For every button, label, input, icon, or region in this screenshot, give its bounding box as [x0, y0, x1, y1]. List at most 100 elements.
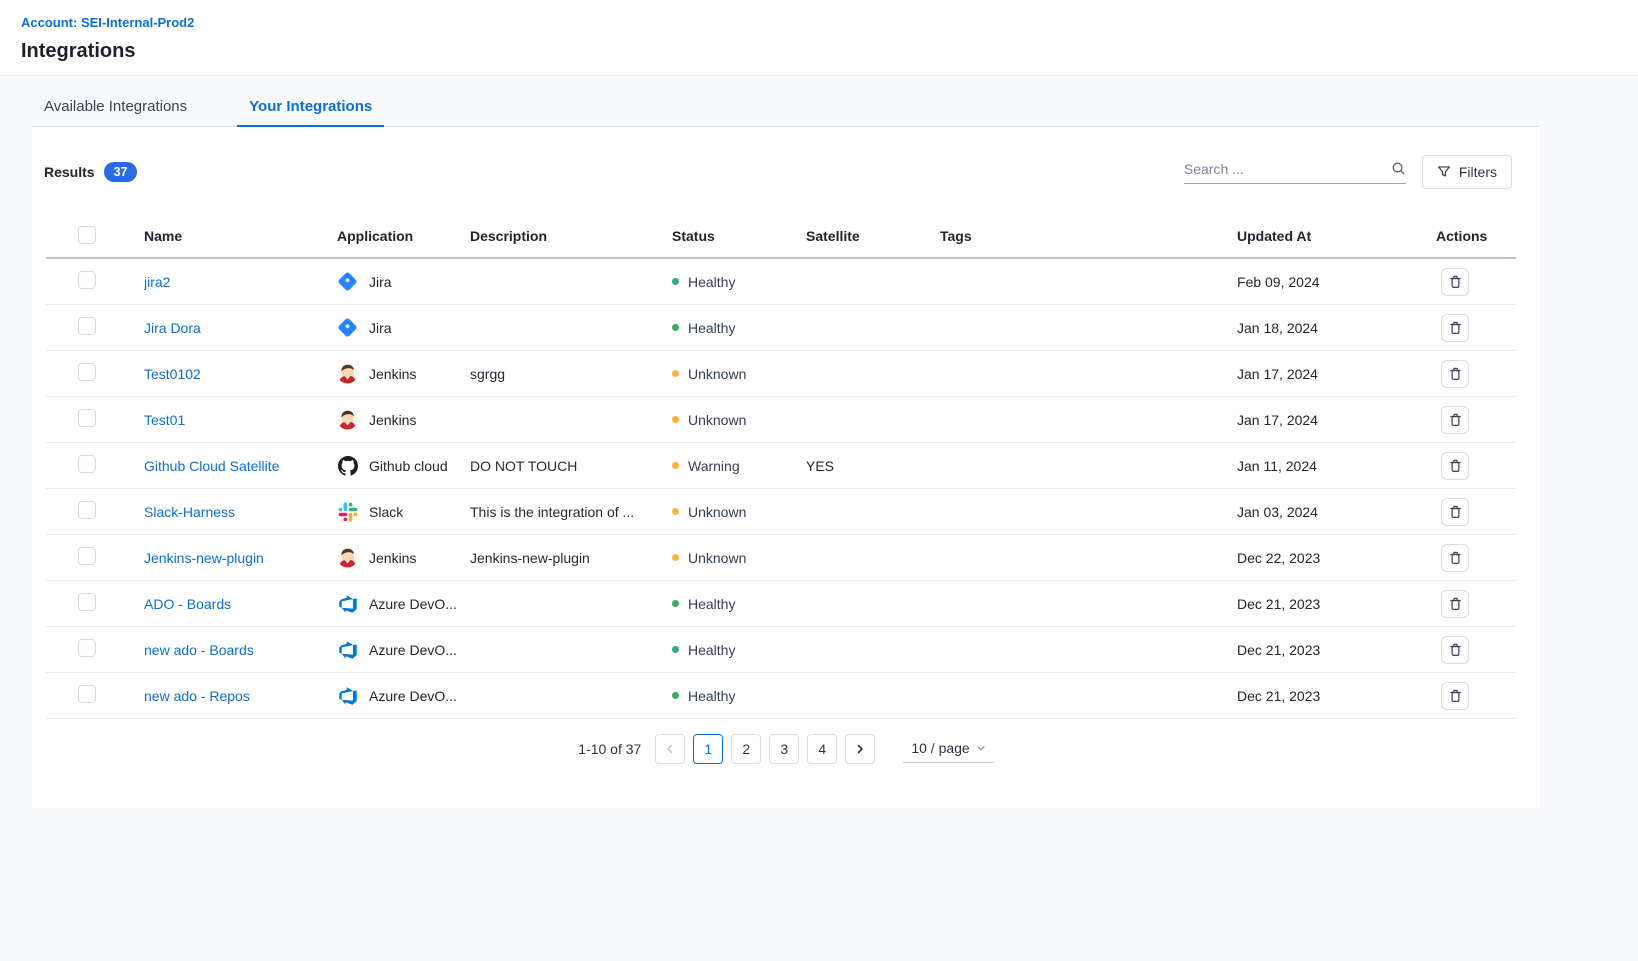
jenkins-icon	[337, 409, 358, 430]
filters-label: Filters	[1459, 164, 1497, 180]
application-label: Jenkins	[369, 412, 416, 428]
row-checkbox[interactable]	[78, 547, 96, 565]
table-row: new ado - Repos Azure DevO... Healthy De…	[46, 673, 1516, 719]
integration-name-link[interactable]: Jenkins-new-plugin	[144, 550, 264, 566]
row-checkbox[interactable]	[78, 501, 96, 519]
status-label: Unknown	[688, 550, 746, 566]
status-dot	[672, 278, 679, 285]
row-checkbox[interactable]	[78, 455, 96, 473]
results-bar: Results 37 Filters	[32, 127, 1540, 189]
jenkins-icon	[337, 363, 358, 384]
delete-button[interactable]	[1441, 544, 1469, 572]
status-label: Unknown	[688, 504, 746, 520]
application-label: Jira	[369, 274, 392, 290]
description-text: sgrgg	[470, 366, 672, 382]
updated-at-value: Jan 03, 2024	[1237, 504, 1436, 520]
table-body: jira2 Jira Healthy Feb 09, 2024	[46, 259, 1516, 719]
updated-at-value: Jan 17, 2024	[1237, 412, 1436, 428]
slack-icon	[337, 501, 358, 522]
integration-name-link[interactable]: Test01	[144, 412, 185, 428]
delete-button[interactable]	[1441, 590, 1469, 618]
delete-button[interactable]	[1441, 498, 1469, 526]
integration-name-link[interactable]: new ado - Repos	[144, 688, 250, 704]
row-checkbox[interactable]	[78, 593, 96, 611]
status-dot	[672, 554, 679, 561]
delete-button[interactable]	[1441, 360, 1469, 388]
row-checkbox[interactable]	[78, 409, 96, 427]
row-checkbox[interactable]	[78, 639, 96, 657]
select-all-checkbox[interactable]	[78, 226, 96, 244]
table-row: Jira Dora Jira Healthy Jan 18, 2024	[46, 305, 1516, 351]
results-count-badge: 37	[104, 162, 138, 182]
status-dot	[672, 370, 679, 377]
status-label: Healthy	[688, 688, 735, 704]
updated-at-value: Dec 21, 2023	[1237, 596, 1436, 612]
application-label: Jira	[369, 320, 392, 336]
status-label: Healthy	[688, 320, 735, 336]
page-size-select[interactable]: 10 / page	[903, 736, 993, 763]
tab-your-integrations[interactable]: Your Integrations	[237, 90, 384, 127]
row-checkbox[interactable]	[78, 363, 96, 381]
integration-name-link[interactable]: jira2	[144, 274, 170, 290]
column-header-name: Name	[144, 228, 337, 244]
integration-name-link[interactable]: Test0102	[144, 366, 201, 382]
delete-button[interactable]	[1441, 406, 1469, 434]
tab-available-integrations[interactable]: Available Integrations	[32, 90, 199, 127]
trash-icon	[1448, 274, 1463, 290]
integration-name-link[interactable]: ADO - Boards	[144, 596, 231, 612]
updated-at-value: Dec 21, 2023	[1237, 642, 1436, 658]
jira-icon	[337, 271, 358, 292]
page-2-button[interactable]: 2	[731, 734, 761, 764]
page-4-button[interactable]: 4	[807, 734, 837, 764]
account-link[interactable]: Account: SEI-Internal-Prod2	[21, 15, 194, 30]
page-1-button[interactable]: 1	[693, 734, 723, 764]
status-dot	[672, 508, 679, 515]
jenkins-icon	[337, 547, 358, 568]
application-label: Slack	[369, 504, 403, 520]
application-label: Jenkins	[369, 366, 416, 382]
status-dot	[672, 646, 679, 653]
page-3-button[interactable]: 3	[769, 734, 799, 764]
chevron-left-icon	[664, 743, 676, 755]
delete-button[interactable]	[1441, 452, 1469, 480]
results-label: Results	[44, 164, 95, 180]
delete-button[interactable]	[1441, 682, 1469, 710]
status-label: Healthy	[688, 596, 735, 612]
table-row: Test0102 Jenkins sgrgg Unknown Jan 17, 2…	[46, 351, 1516, 397]
updated-at-value: Dec 21, 2023	[1237, 688, 1436, 704]
integration-name-link[interactable]: Slack-Harness	[144, 504, 235, 520]
row-checkbox[interactable]	[78, 685, 96, 703]
table-row: jira2 Jira Healthy Feb 09, 2024	[46, 259, 1516, 305]
column-header-application: Application	[337, 228, 470, 244]
prev-page-button[interactable]	[655, 734, 685, 764]
delete-button[interactable]	[1441, 268, 1469, 296]
delete-button[interactable]	[1441, 636, 1469, 664]
azure-devops-icon	[337, 639, 358, 660]
description-text: This is the integration of ...	[470, 504, 672, 520]
application-label: Jenkins	[369, 550, 416, 566]
column-header-updated-at: Updated At	[1237, 228, 1436, 244]
trash-icon	[1448, 412, 1463, 428]
row-checkbox[interactable]	[78, 271, 96, 289]
azure-devops-icon	[337, 685, 358, 706]
status-dot	[672, 600, 679, 607]
application-label: Azure DevO...	[369, 642, 457, 658]
delete-button[interactable]	[1441, 314, 1469, 342]
integration-name-link[interactable]: new ado - Boards	[144, 642, 254, 658]
status-label: Unknown	[688, 366, 746, 382]
page-size-label: 10 / page	[911, 740, 969, 756]
integration-name-link[interactable]: Jira Dora	[144, 320, 201, 336]
updated-at-value: Dec 22, 2023	[1237, 550, 1436, 566]
table-row: ADO - Boards Azure DevO... Healthy Dec 2…	[46, 581, 1516, 627]
application-label: Github cloud	[369, 458, 448, 474]
next-page-button[interactable]	[845, 734, 875, 764]
search-input[interactable]	[1184, 161, 1391, 177]
column-header-actions: Actions	[1436, 228, 1516, 244]
row-checkbox[interactable]	[78, 317, 96, 335]
trash-icon	[1448, 642, 1463, 658]
filters-button[interactable]: Filters	[1422, 155, 1512, 189]
table-row: Github Cloud Satellite Github cloud DO N…	[46, 443, 1516, 489]
status-dot	[672, 692, 679, 699]
updated-at-value: Jan 17, 2024	[1237, 366, 1436, 382]
integration-name-link[interactable]: Github Cloud Satellite	[144, 458, 279, 474]
